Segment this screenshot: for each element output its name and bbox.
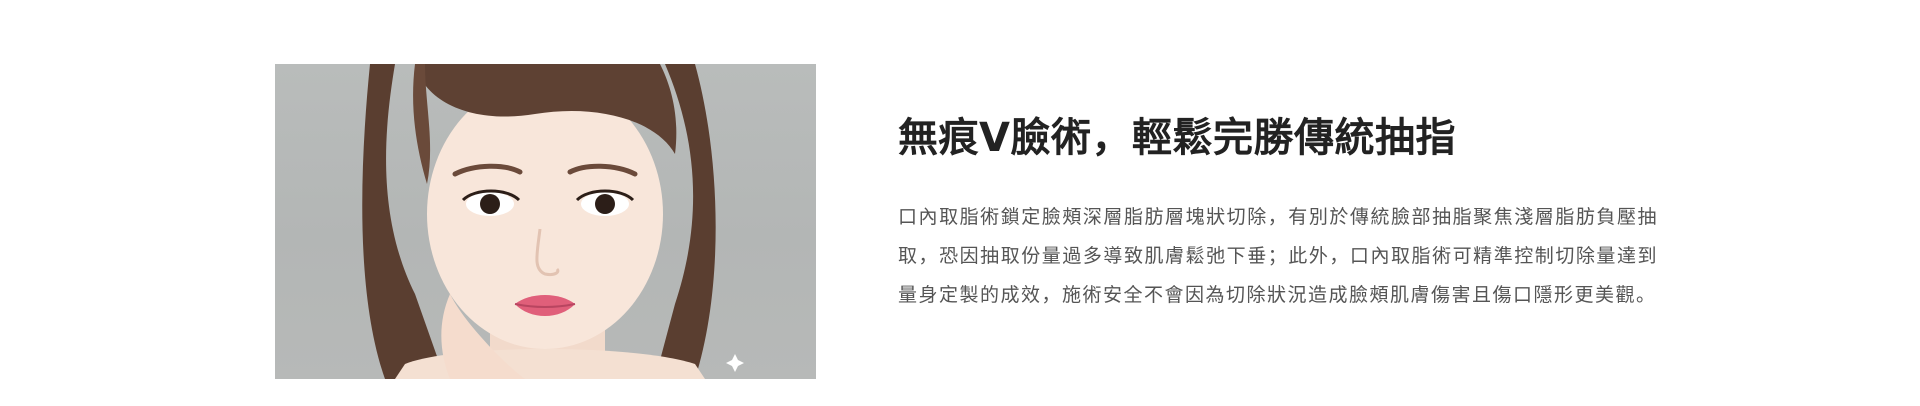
portrait-illustration — [362, 64, 744, 379]
feature-text-block: 無痕V臉術，輕鬆完勝傳統抽指 口內取脂術鎖定臉頰深層脂肪層塊狀切除，有別於傳統臉… — [898, 108, 1658, 315]
feature-description: 口內取脂術鎖定臉頰深層脂肪層塊狀切除，有別於傳統臉部抽脂聚焦淺層脂肪負壓抽取，恐… — [898, 206, 1658, 306]
feature-title: 無痕V臉術，輕鬆完勝傳統抽指 — [898, 115, 1456, 161]
feature-section: 無痕V臉術，輕鬆完勝傳統抽指 口內取脂術鎖定臉頰深層脂肪層塊狀切除，有別於傳統臉… — [0, 0, 1920, 406]
portrait-photo — [275, 64, 816, 379]
